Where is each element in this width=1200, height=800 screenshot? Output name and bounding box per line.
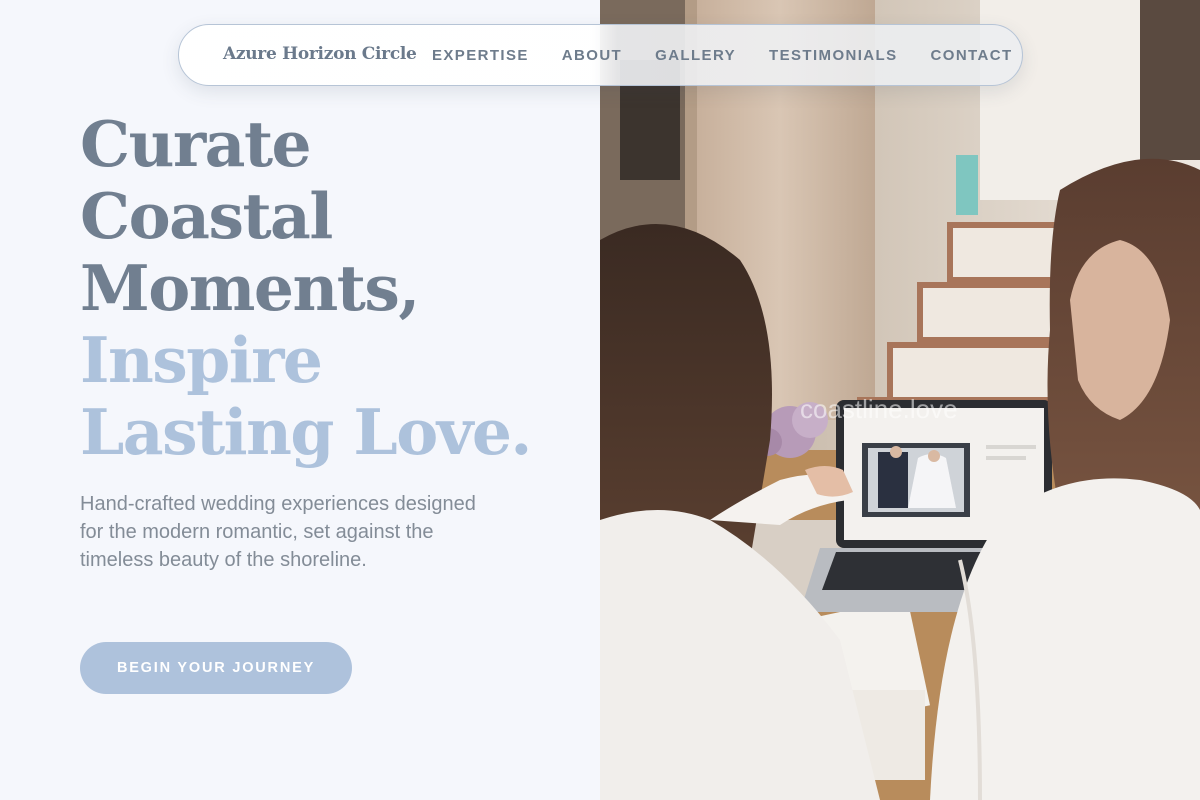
headline-line-3: Moments,: [80, 251, 420, 325]
photo-watermark: coastline.love: [800, 394, 958, 424]
nav-link-expertise[interactable]: EXPERTISE: [432, 47, 529, 64]
headline-line-2: Coastal: [80, 179, 333, 253]
brand-logo[interactable]: Azure Horizon Circle: [223, 44, 417, 64]
nav-link-gallery[interactable]: GALLERY: [655, 47, 736, 64]
headline-line-5: Lasting Love.: [80, 395, 532, 469]
hero-photo-illustration: coastline.love: [600, 0, 1200, 800]
nav-link-contact[interactable]: CONTACT: [931, 47, 1013, 64]
hero-headline: Curate Coastal Moments, Inspire Lasting …: [80, 107, 532, 469]
nav-link-testimonials[interactable]: TESTIMONIALS: [769, 47, 897, 64]
headline-line-4: Inspire: [80, 323, 323, 397]
begin-journey-button[interactable]: BEGIN YOUR JOURNEY: [80, 642, 352, 694]
nav-link-about[interactable]: ABOUT: [562, 47, 622, 64]
hero-description: Hand-crafted wedding experiences designe…: [80, 493, 476, 571]
top-navigation: Azure Horizon Circle EXPERTISE ABOUT GAL…: [178, 24, 1023, 86]
headline-line-1: Curate: [80, 107, 312, 181]
nav-links: EXPERTISE ABOUT GALLERY TESTIMONIALS CON…: [432, 47, 1013, 64]
hero-photo: coastline.love: [600, 0, 1200, 800]
